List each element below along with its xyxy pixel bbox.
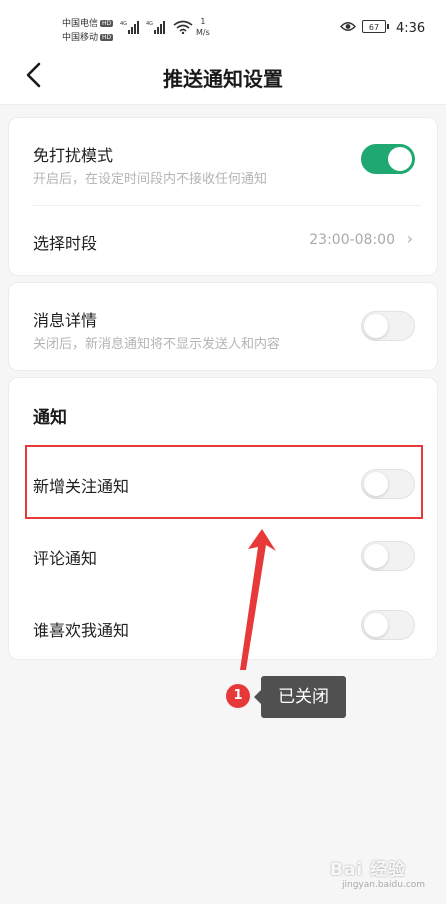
detail-description: 关闭后，新消息通知将不显示发送人和内容 [33, 337, 281, 352]
dnd-toggle[interactable] [361, 144, 415, 174]
page-title: 推送通知设置 [163, 67, 283, 91]
battery-icon: 67 [362, 20, 389, 33]
chevron-right-icon: › [406, 229, 413, 248]
watermark-domain: jingyan.baidu.com [342, 880, 426, 890]
hd-badge-2: HD [100, 34, 114, 41]
notify-likes-toggle[interactable] [361, 610, 415, 640]
dnd-label: 免打扰模式 [33, 146, 114, 165]
detail-toggle[interactable] [361, 311, 415, 341]
detail-label: 消息详情 [33, 311, 98, 330]
toggle-knob [364, 613, 388, 637]
period-label: 选择时段 [33, 234, 98, 253]
wifi-icon [173, 20, 193, 34]
dnd-card: 免打扰模式 开启后，在设定时间段内不接收任何通知 选择时段 23:00-08:0… [8, 117, 438, 276]
carrier-2: 中国移动 HD [62, 30, 114, 43]
battery-level: 67 [368, 23, 380, 32]
detail-card: 消息详情 关闭后，新消息通知将不显示发送人和内容 [8, 282, 438, 371]
highlight-box [25, 445, 423, 519]
hd-badge: HD [100, 20, 114, 27]
toggle-knob [364, 314, 388, 338]
speed-value: 1 [200, 17, 206, 26]
carrier-1-label: 中国电信 [62, 19, 99, 29]
notify-comment-toggle[interactable] [361, 541, 415, 571]
period-row[interactable]: 选择时段 23:00-08:00 › [9, 206, 437, 275]
notify-row-likes: 谁喜欢我通知 [9, 593, 437, 659]
status-time: 4:36 [396, 21, 426, 36]
status-bar: 中国电信 HD 中国移动 HD 4G 4G 1 M/s 67 4:36 [0, 0, 446, 44]
svg-text:4G: 4G [120, 21, 127, 27]
toggle-knob [364, 544, 388, 568]
title-bar: 推送通知设置 [0, 44, 446, 105]
notify-row-comment: 评论通知 [9, 521, 437, 593]
notify-comment-label: 评论通知 [33, 549, 98, 568]
step-badge: 1 [226, 684, 250, 708]
period-value: 23:00-08:00 [309, 232, 395, 248]
eye-icon [340, 22, 356, 31]
signal-icon: 4G [120, 21, 139, 34]
dnd-description: 开启后，在设定时间段内不接收任何通知 [33, 172, 268, 187]
network-speed: 1 M/s [196, 16, 210, 38]
notify-likes-label: 谁喜欢我通知 [33, 621, 130, 640]
watermark-logo: Bai 经验 [330, 860, 407, 880]
section-title: 通知 [33, 408, 67, 428]
svg-text:4G: 4G [146, 21, 153, 27]
callout-label: 已关闭 [254, 676, 346, 718]
speed-unit: M/s [196, 28, 210, 37]
toggle-knob [388, 147, 412, 171]
carrier-1: 中国电信 HD [62, 16, 114, 29]
signal-icon-2: 4G [146, 21, 165, 34]
dnd-row: 免打扰模式 开启后，在设定时间段内不接收任何通知 [9, 118, 437, 205]
carrier-2-label: 中国移动 [62, 33, 99, 43]
